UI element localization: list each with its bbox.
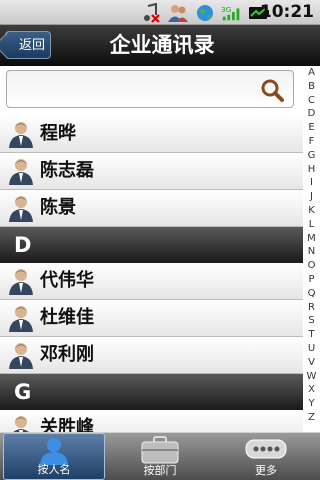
contact-name: 邓利刚 (40, 344, 94, 365)
person-avatar-icon (8, 304, 34, 332)
contact-row[interactable]: 程晔 (0, 116, 303, 153)
section-header-g: G (0, 374, 303, 410)
person-avatar-icon (8, 341, 34, 369)
contact-row[interactable]: 关胜峰 (0, 410, 303, 432)
contact-name: 陈景 (40, 197, 76, 218)
alpha-index-letter[interactable]: P (303, 273, 320, 287)
section-header-d: D (0, 227, 303, 263)
contact-name: 陈志磊 (40, 160, 94, 181)
contact-list: 程晔 陈志磊 陈景 D 代伟华 杜维佳 邓利刚 G 关胜峰 (0, 116, 303, 432)
alpha-index-letter[interactable]: A (303, 66, 320, 80)
signal-icon: 3G (221, 3, 243, 23)
tab-label: 按人名 (37, 463, 71, 476)
search-input[interactable] (13, 77, 257, 103)
contact-name: 关胜峰 (40, 417, 94, 432)
tab-by-department[interactable]: 按部门 (109, 433, 211, 480)
alpha-index-letter[interactable]: X (303, 383, 320, 397)
alpha-index-letter[interactable]: W (303, 370, 320, 384)
contact-row[interactable]: 邓利刚 (0, 337, 303, 374)
contact-name: 代伟华 (40, 270, 94, 291)
status-bar: 3G 10:21 (0, 0, 320, 25)
alpha-index-letter[interactable]: C (303, 94, 320, 108)
contact-name: 程晔 (40, 123, 76, 144)
alpha-index-letter[interactable]: U (303, 342, 320, 356)
person-avatar-icon (8, 120, 34, 148)
person-avatar-icon (8, 267, 34, 295)
section-letter: G (14, 380, 32, 404)
alpha-index-letter[interactable]: L (303, 218, 320, 232)
more-icon (215, 436, 317, 464)
alpha-index-letter[interactable]: E (303, 121, 320, 135)
globe-icon (194, 3, 216, 23)
tab-more[interactable]: 更多 (215, 433, 317, 480)
alpha-index-letter[interactable]: O (303, 259, 320, 273)
contacts-sync-icon (167, 3, 189, 23)
alpha-index-letter[interactable]: S (303, 314, 320, 328)
person-avatar-icon (8, 414, 34, 432)
contact-name: 杜维佳 (40, 307, 94, 328)
section-letter: D (14, 233, 32, 257)
alpha-index-letter[interactable]: F (303, 135, 320, 149)
alpha-index-letter[interactable]: M (303, 232, 320, 246)
svg-text:3G: 3G (221, 5, 232, 14)
alpha-index-letter[interactable]: B (303, 80, 320, 94)
contact-row[interactable]: 陈志磊 (0, 153, 303, 190)
tab-label: 更多 (255, 464, 277, 477)
alpha-index-letter[interactable]: N (303, 245, 320, 259)
search-icon[interactable] (259, 77, 285, 103)
contact-row[interactable]: 杜维佳 (0, 300, 303, 337)
alpha-index-letter[interactable]: J (303, 190, 320, 204)
contact-row[interactable]: 陈景 (0, 190, 303, 227)
alpha-index-letter[interactable]: D (303, 107, 320, 121)
back-button[interactable]: 返回 (5, 31, 51, 59)
title-bar: 企业通讯录 返回 (0, 25, 320, 66)
search-area (0, 66, 303, 116)
tab-label: 按部门 (143, 464, 177, 477)
status-clock: 10:21 (259, 2, 314, 22)
alpha-index-letter[interactable]: K (303, 204, 320, 218)
alpha-index-letter[interactable]: H (303, 163, 320, 177)
bottom-tab-bar: 按人名 按部门 更多 (0, 432, 320, 480)
search-box (6, 70, 294, 108)
alpha-index-letter[interactable]: Q (303, 287, 320, 301)
alphabet-index[interactable]: A B C D E F G H I J K L M N O P Q R S T … (303, 66, 320, 432)
person-avatar-icon (8, 194, 34, 222)
alpha-index-letter[interactable]: V (303, 356, 320, 370)
muted-music-icon (140, 2, 162, 23)
alpha-index-letter[interactable]: G (303, 149, 320, 163)
alpha-index-letter[interactable]: T (303, 328, 320, 342)
alpha-index-letter[interactable]: I (303, 176, 320, 190)
contact-row[interactable]: 代伟华 (0, 263, 303, 300)
alpha-index-letter[interactable]: Y (303, 397, 320, 411)
status-icons: 3G (140, 2, 270, 23)
briefcase-icon (109, 436, 211, 464)
alpha-index-letter[interactable]: Z (303, 411, 320, 425)
person-avatar-icon (8, 157, 34, 185)
alpha-index-letter[interactable]: R (303, 301, 320, 315)
tab-by-name[interactable]: 按人名 (3, 433, 105, 480)
